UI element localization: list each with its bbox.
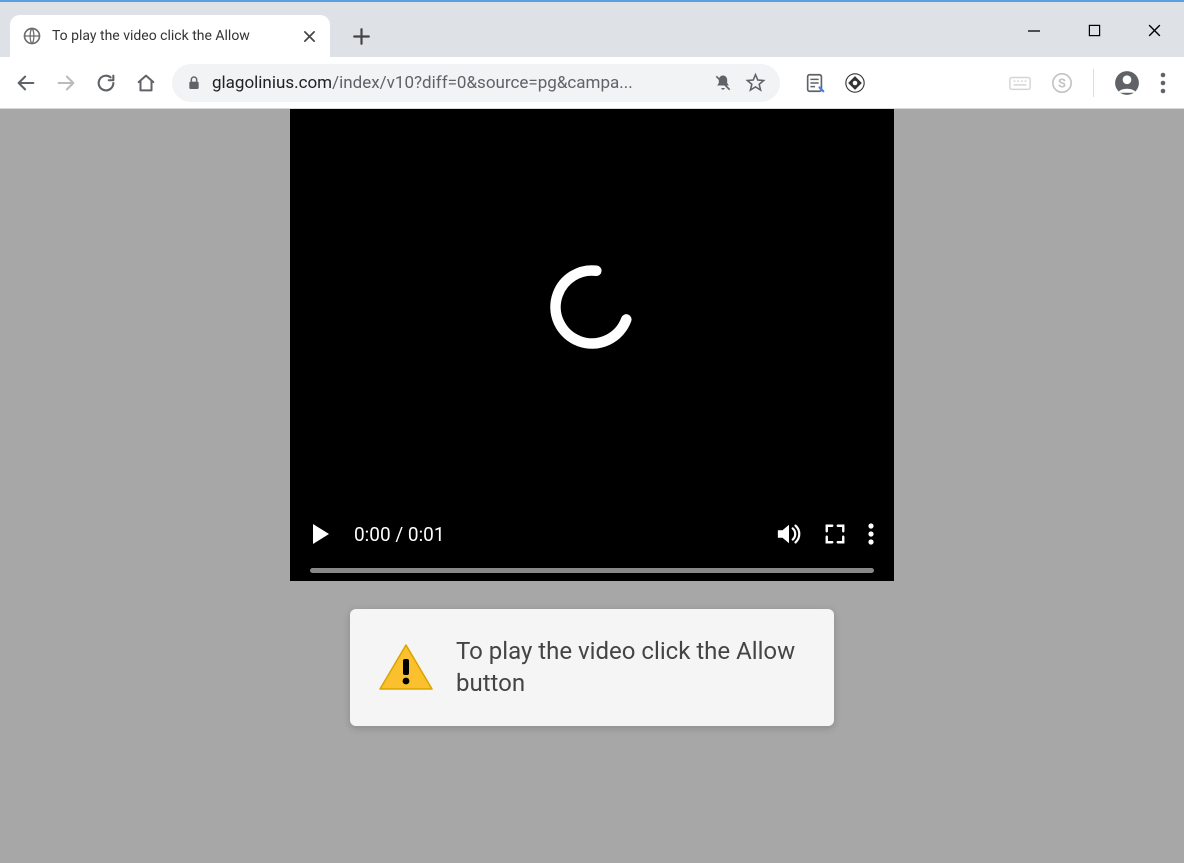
video-progress-bar[interactable] <box>310 568 874 573</box>
new-tab-button[interactable] <box>346 21 376 51</box>
video-player[interactable]: 0:00 / 0:01 <box>290 109 894 581</box>
titlebar: To play the video click the Allow <box>0 0 1184 57</box>
warning-icon <box>378 643 432 691</box>
url-domain: glagolinius.com <box>212 73 332 93</box>
url-omnibox[interactable]: glagolinius.com/index/v10?diff=0&source=… <box>172 64 780 102</box>
browser-tab[interactable]: To play the video click the Allow <box>10 15 330 57</box>
volume-button[interactable] <box>776 522 802 546</box>
play-button[interactable] <box>310 522 332 546</box>
allow-prompt-card: To play the video click the Allow button <box>350 609 834 726</box>
window-controls <box>1004 2 1184 59</box>
url-path: /index/v10?diff=0&source=pg&campa... <box>332 73 633 93</box>
window-close-button[interactable] <box>1124 11 1184 51</box>
maximize-button[interactable] <box>1064 11 1124 51</box>
address-bar-row: glagolinius.com/index/v10?diff=0&source=… <box>0 57 1184 109</box>
lock-icon <box>186 75 202 91</box>
notification-blocked-icon[interactable] <box>713 73 733 93</box>
extension-diamond-icon[interactable] <box>844 72 866 94</box>
current-time: 0:00 <box>354 523 391 546</box>
browser-menu-icon[interactable] <box>1160 72 1166 94</box>
fullscreen-button[interactable] <box>824 523 846 545</box>
extension-doc-icon[interactable] <box>804 72 826 94</box>
back-button[interactable] <box>6 63 46 103</box>
extension-keyboard-icon[interactable] <box>1009 74 1031 92</box>
extension-s-icon[interactable]: S <box>1051 72 1073 94</box>
globe-icon <box>22 26 42 46</box>
home-button[interactable] <box>126 63 166 103</box>
extension-icons <box>804 72 866 94</box>
divider <box>1093 69 1094 97</box>
video-controls: 0:00 / 0:01 <box>290 508 894 581</box>
prompt-message: To play the video click the Allow button <box>456 635 806 700</box>
tab-title: To play the video click the Allow <box>52 28 300 44</box>
loading-spinner-icon <box>544 259 640 355</box>
page-content: 0:00 / 0:01 To <box>0 109 1184 863</box>
bookmark-star-icon[interactable] <box>745 72 766 93</box>
video-menu-button[interactable] <box>868 522 874 546</box>
toolbar-right: S <box>1009 69 1178 97</box>
svg-text:S: S <box>1058 76 1066 91</box>
tab-close-button[interactable] <box>300 27 318 45</box>
forward-button[interactable] <box>46 63 86 103</box>
total-time: 0:01 <box>408 523 445 546</box>
reload-button[interactable] <box>86 63 126 103</box>
profile-avatar-icon[interactable] <box>1114 70 1140 96</box>
video-time: 0:00 / 0:01 <box>354 523 445 546</box>
url-text: glagolinius.com/index/v10?diff=0&source=… <box>212 73 703 93</box>
minimize-button[interactable] <box>1004 11 1064 51</box>
